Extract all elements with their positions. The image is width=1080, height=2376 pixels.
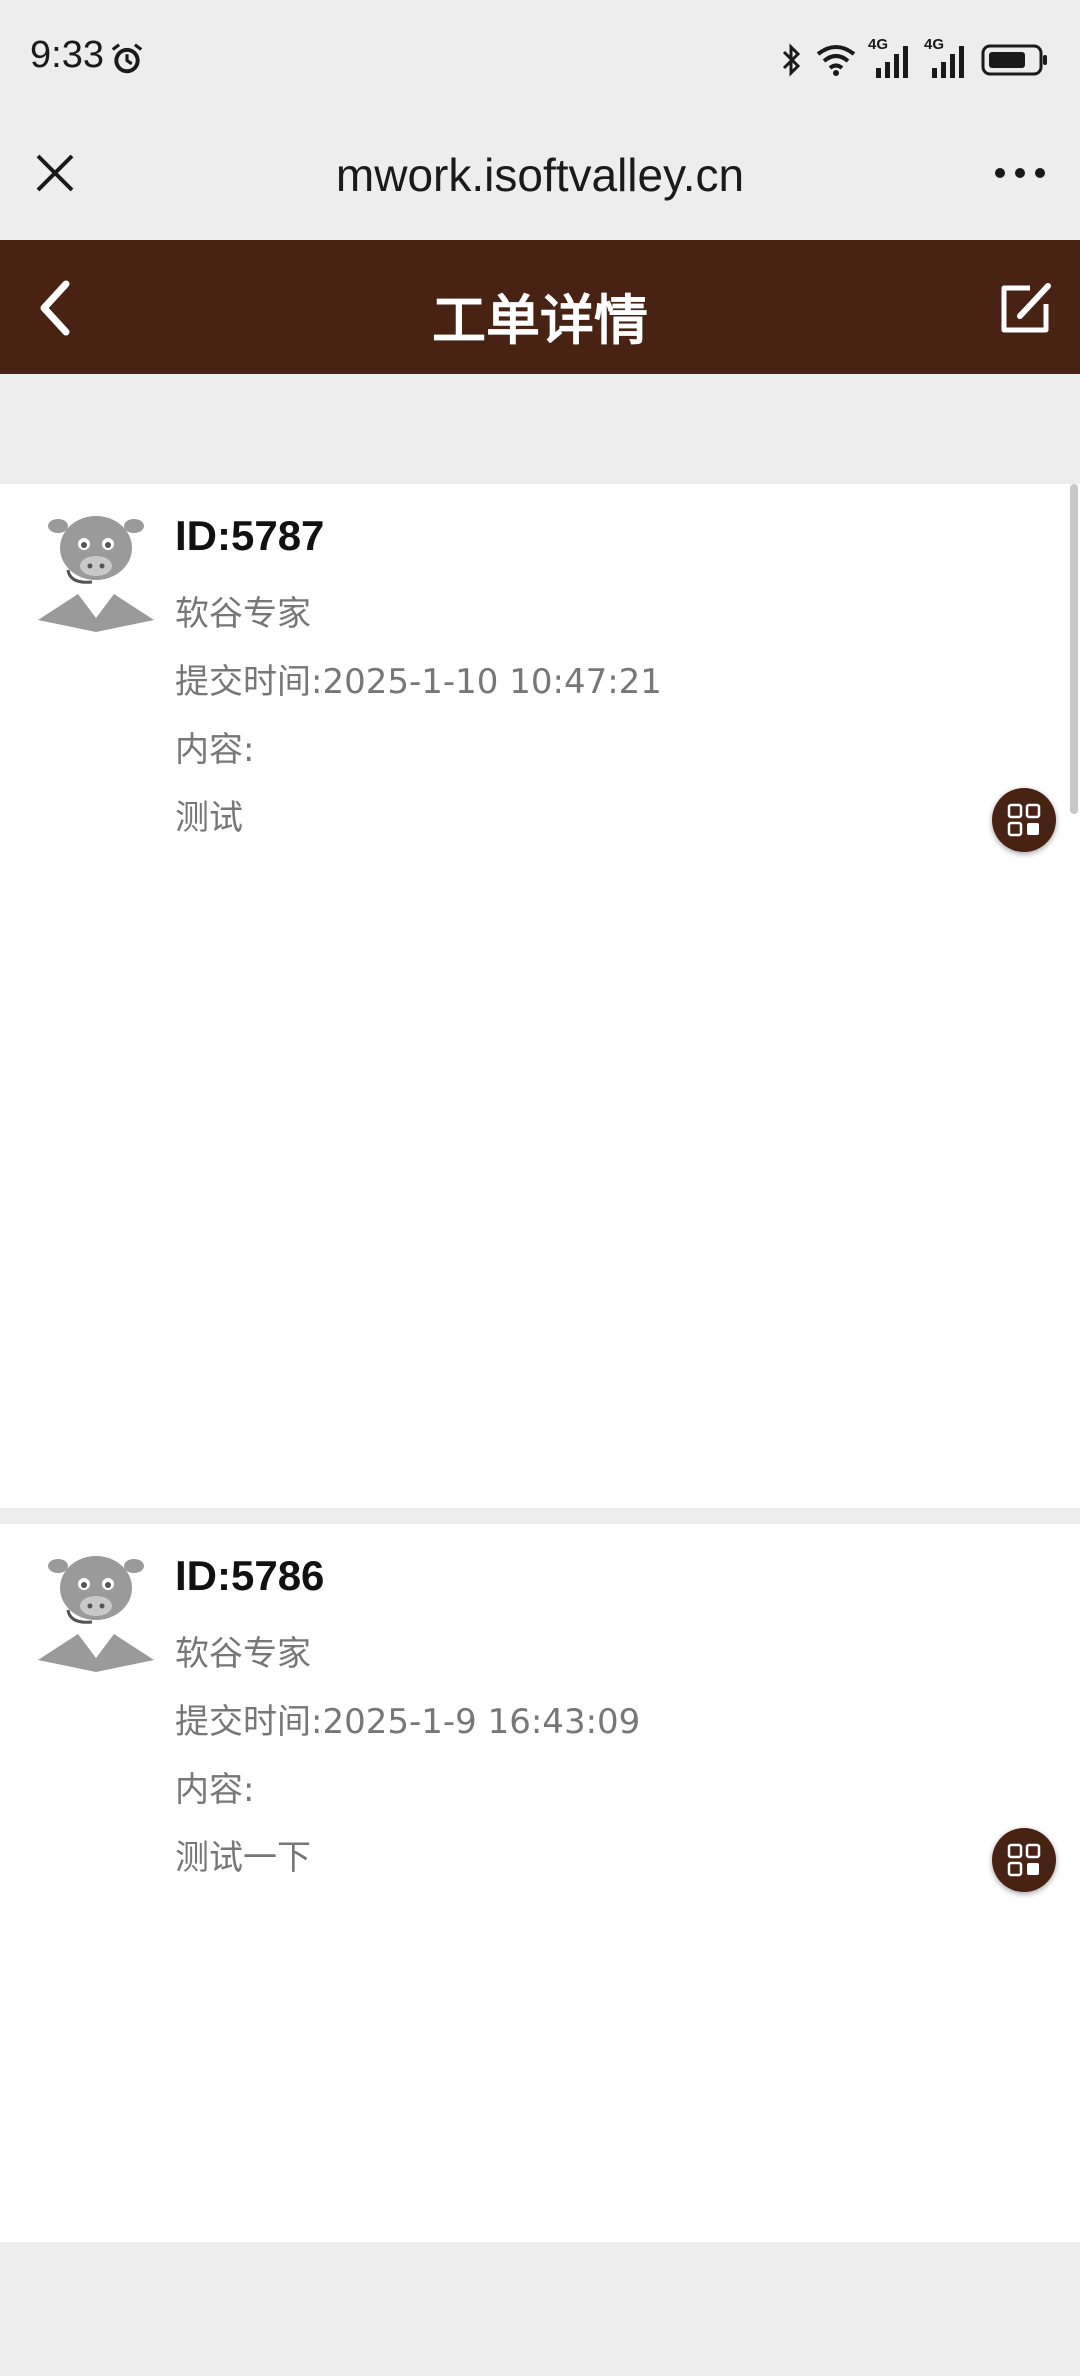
edit-icon[interactable] [996,278,1056,338]
ticket-author: 软谷专家 [175,594,311,634]
avatar [38,1556,154,1672]
ticket-id: ID:5786 [175,1552,325,1599]
ticket-content-label: 内容: [175,730,255,770]
avatar [38,516,154,632]
wifi-icon [816,45,856,76]
grid-menu-button[interactable] [992,788,1056,852]
ticket-submit-time: 提交时间:2025-1-10 10:47:21 [175,662,662,702]
battery-icon [981,44,1047,76]
ticket-author: 软谷专家 [175,1634,311,1674]
grid-icon [1007,1843,1041,1877]
page-title: 工单详情 [432,289,648,352]
bluetooth-icon [782,43,801,77]
ticket-id: ID:5787 [175,512,325,559]
app-header: 工单详情 [0,240,1080,374]
status-bar: 9:33 4G 4G [0,0,1080,118]
ticket-content: 测试 [175,798,243,838]
url-text: mwork.isoftvalley.cn [335,149,745,201]
ticket-card[interactable]: ID:5787 软谷专家 提交时间:2025-1-10 10:47:21 内容:… [0,484,1080,1508]
signal-4g-icon: 4G [924,36,970,80]
grid-menu-button[interactable] [992,1828,1056,1892]
signal-4g-icon: 4G [868,36,914,80]
scrollbar[interactable] [1070,484,1078,814]
ticket-content-label: 内容: [175,1770,255,1810]
more-icon[interactable] [990,158,1050,188]
status-time: 9:33 [30,34,104,76]
alarm-icon [111,43,143,74]
ticket-submit-time: 提交时间:2025-1-9 16:43:09 [175,1702,641,1742]
ticket-card[interactable]: ID:5786 软谷专家 提交时间:2025-1-9 16:43:09 内容: … [0,1524,1080,2242]
grid-icon [1007,803,1041,837]
ticket-content: 测试一下 [175,1838,311,1878]
browser-bar: mwork.isoftvalley.cn [0,118,1080,240]
